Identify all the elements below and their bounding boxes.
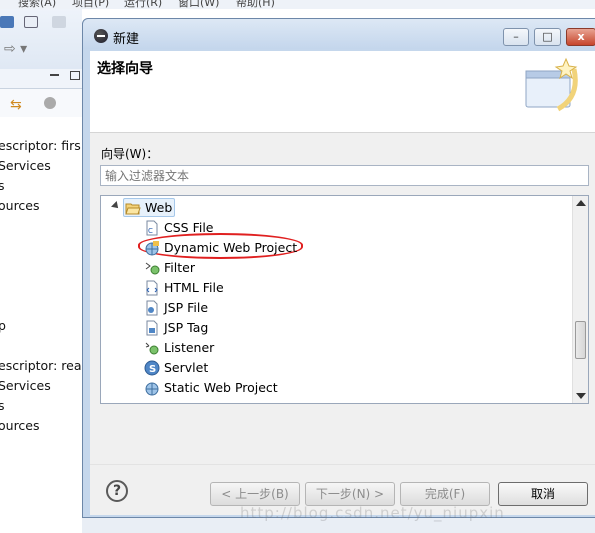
- scrollbar-thumb[interactable]: [575, 321, 586, 359]
- wizard-body: 向导(W)： Web C: [90, 133, 595, 464]
- eclipse-icon: [94, 29, 108, 43]
- tree-line[interactable]: ources: [0, 198, 40, 213]
- tree-line[interactable]: s: [0, 178, 5, 193]
- filter-icon: [145, 262, 160, 275]
- tree-item-label: Servlet: [164, 360, 209, 375]
- jsp-file-icon: [146, 300, 158, 316]
- tree-item-css-file[interactable]: C CSS File: [144, 218, 444, 238]
- nav-forward-icon[interactable]: ⇨ ▾: [4, 41, 27, 57]
- tree-line[interactable]: escriptor: rea: [0, 358, 82, 373]
- ide-toolbar: ⇨ ▾: [0, 9, 82, 69]
- new-wizard-banner-icon: [525, 57, 578, 112]
- tree-group-web[interactable]: Web: [101, 198, 401, 218]
- tree-item-label: HTML File: [164, 280, 224, 295]
- tree-item-label: JSP File: [164, 300, 209, 315]
- dialog-title: 新建: [113, 32, 140, 47]
- link-editor-icon[interactable]: ⇆: [10, 97, 22, 113]
- tree-item-jsp-file[interactable]: JSP File: [144, 298, 444, 318]
- jsp-tag-icon: [146, 320, 158, 336]
- toolbar-breakpoint-icon[interactable]: [24, 16, 38, 28]
- tree-line[interactable]: p: [0, 318, 6, 333]
- html-file-icon: [146, 280, 158, 296]
- tree-scrollbar[interactable]: [572, 196, 588, 403]
- finish-button[interactable]: 完成(F): [400, 482, 490, 506]
- tree-line[interactable]: Services: [0, 158, 51, 173]
- close-button[interactable]: x: [566, 28, 595, 46]
- maximize-button[interactable]: □: [534, 28, 561, 46]
- tree-item-dynamic-web-project[interactable]: Dynamic Web Project: [144, 238, 444, 258]
- tree-item-label: Listener: [164, 340, 215, 355]
- folder-open-icon: [125, 203, 141, 215]
- menu-project[interactable]: 项目(P): [72, 0, 109, 9]
- ide-panel-header: [0, 69, 82, 89]
- tree-item-servlet[interactable]: S Servlet: [144, 358, 444, 378]
- back-button[interactable]: < 上一步(B): [210, 482, 300, 506]
- tree-line[interactable]: s: [0, 398, 5, 413]
- listener-icon: [145, 342, 159, 355]
- tree-item-filter[interactable]: Filter: [144, 258, 444, 278]
- tree-line[interactable]: Services: [0, 378, 51, 393]
- tree-group-label: Web: [145, 200, 173, 215]
- web-project-icon: [145, 241, 159, 256]
- scroll-down-arrow-icon[interactable]: [576, 393, 586, 399]
- menu-search[interactable]: 搜索(A): [18, 0, 56, 9]
- dialog-titlebar[interactable]: 新建 – □ x: [83, 19, 595, 49]
- menu-run[interactable]: 运行(R): [124, 0, 162, 9]
- tree-item-label: Filter: [164, 260, 195, 275]
- toolbar-window-icon[interactable]: [0, 16, 14, 28]
- ide-panel-tools: ⇆: [0, 89, 82, 117]
- maximize-view-icon[interactable]: [70, 71, 80, 80]
- page-title: 选择向导: [97, 61, 153, 77]
- toolbar-resume-icon[interactable]: [52, 16, 66, 28]
- tree-line[interactable]: escriptor: firs: [0, 138, 81, 153]
- menu-window[interactable]: 窗口(W): [178, 0, 219, 9]
- css-file-icon: C: [146, 220, 158, 236]
- expand-arrow-icon[interactable]: [111, 201, 121, 211]
- wizard-filter-label: 向导(W)：: [101, 147, 159, 161]
- servlet-icon: S: [144, 360, 160, 376]
- watermark: http://blog.csdn.net/yu_niupxin: [240, 504, 505, 522]
- project-explorer-tree: escriptor: firs Services s ources p escr…: [0, 117, 82, 533]
- svg-text:S: S: [149, 364, 156, 375]
- ide-menubar: 搜索(A) 项目(P) 运行(R) 窗口(W) 帮助(H): [0, 0, 595, 9]
- help-icon[interactable]: ?: [106, 480, 128, 502]
- tree-item-label: Static Web Project: [164, 380, 278, 395]
- minimize-button[interactable]: –: [503, 28, 529, 46]
- tree-item-label: Dynamic Web Project: [164, 240, 298, 255]
- wizard-tree: Web C CSS File Dynamic Web Project Filte…: [100, 195, 589, 404]
- new-wizard-dialog: 新建 – □ x 选择向导 向导(W)： 输入过滤器文本 Web C CSS F…: [82, 18, 595, 518]
- tree-item-jsp-tag[interactable]: JSP Tag: [144, 318, 444, 338]
- cancel-button[interactable]: 取消: [498, 482, 588, 506]
- scroll-up-arrow-icon[interactable]: [576, 200, 586, 206]
- next-button[interactable]: 下一步(N) >: [305, 482, 395, 506]
- static-web-project-icon: [145, 382, 159, 396]
- tree-item-html-file[interactable]: HTML File: [144, 278, 444, 298]
- dialog-client: 选择向导 向导(W)： Web: [90, 51, 595, 515]
- tree-item-label: CSS File: [164, 220, 214, 235]
- minimize-view-icon[interactable]: [50, 74, 59, 76]
- wizard-filter-input[interactable]: [100, 165, 589, 186]
- menu-help[interactable]: 帮助(H): [236, 0, 275, 9]
- tree-line[interactable]: ources: [0, 418, 40, 433]
- tree-item-listener[interactable]: Listener: [144, 338, 444, 358]
- tree-item-label: JSP Tag: [164, 320, 209, 335]
- tree-item-static-web-project[interactable]: Static Web Project: [144, 378, 444, 398]
- wizard-banner: 选择向导: [90, 51, 595, 133]
- svg-text:C: C: [148, 227, 153, 235]
- collapse-icon[interactable]: [44, 97, 56, 109]
